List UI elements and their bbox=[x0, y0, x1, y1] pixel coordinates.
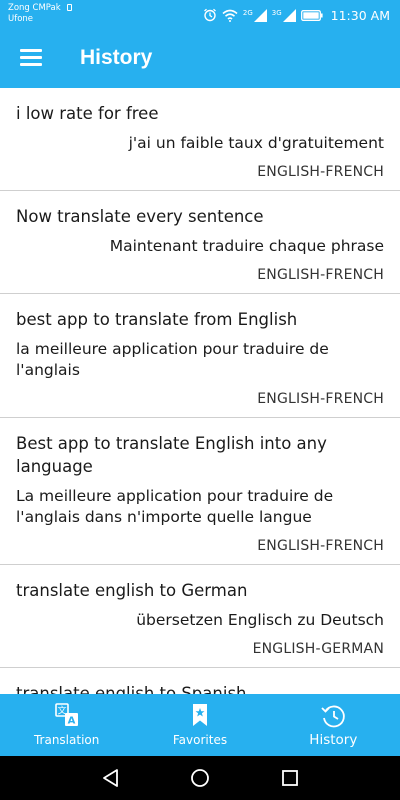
history-item[interactable]: best app to translate from English la me… bbox=[0, 294, 400, 418]
back-icon[interactable] bbox=[101, 768, 121, 788]
carrier-name-2: Ufone bbox=[8, 14, 34, 24]
app-bar: History bbox=[0, 30, 400, 88]
history-item[interactable]: i low rate for free j'ai un faible taux … bbox=[0, 88, 400, 191]
source-text: Best app to translate English into any l… bbox=[16, 434, 327, 476]
history-icon bbox=[321, 705, 346, 728]
status-icons: 2G 3G 11:30 AM bbox=[203, 6, 390, 24]
source-text: best app to translate from English bbox=[16, 310, 298, 329]
menu-icon bbox=[20, 49, 42, 52]
language-pair: ENGLISH-GERMAN bbox=[252, 641, 384, 657]
tab-label-favorites: Favorites bbox=[172, 733, 228, 747]
language-pair: ENGLISH-FRENCH bbox=[257, 391, 384, 407]
history-item[interactable]: Best app to translate English into any l… bbox=[0, 418, 400, 565]
home-icon[interactable] bbox=[190, 768, 210, 788]
translate-icon: 文 A bbox=[54, 703, 78, 727]
history-item[interactable]: translate english to Spanish bbox=[0, 668, 400, 694]
carrier-info: Zong CMPak Ufone bbox=[8, 3, 72, 25]
tab-label-translation: Translation bbox=[33, 733, 100, 747]
menu-icon-bar bbox=[20, 56, 42, 59]
alarm-icon bbox=[203, 8, 216, 22]
bookmark-icon bbox=[192, 704, 207, 726]
status-time: 11:30 AM bbox=[330, 7, 390, 23]
svg-text:A: A bbox=[67, 716, 75, 727]
tab-history[interactable]: History bbox=[267, 694, 400, 756]
language-pair: ENGLISH-FRENCH bbox=[257, 267, 384, 283]
system-navigation-bar bbox=[0, 756, 400, 800]
tab-favorites[interactable]: Favorites bbox=[133, 694, 266, 756]
signal-icon bbox=[253, 8, 267, 22]
source-text: translate english to Spanish bbox=[16, 684, 247, 694]
language-pair: ENGLISH-FRENCH bbox=[257, 164, 384, 180]
source-text: translate english to German bbox=[16, 581, 248, 600]
sim-icon bbox=[66, 4, 72, 11]
tab-label-history: History bbox=[309, 732, 358, 748]
source-text: Now translate every sentence bbox=[16, 207, 264, 226]
language-pair: ENGLISH-FRENCH bbox=[257, 538, 384, 554]
page-title: History bbox=[80, 46, 153, 69]
history-item[interactable]: translate english to German übersetzen E… bbox=[0, 565, 400, 668]
translated-text: la meilleure application pour traduire d… bbox=[16, 340, 329, 379]
network-type-1: 2G bbox=[242, 8, 253, 17]
network-type-2: 3G bbox=[271, 8, 282, 17]
translated-text: Maintenant traduire chaque phrase bbox=[109, 237, 384, 255]
source-text: i low rate for free bbox=[16, 104, 159, 123]
translated-text: j'ai un faible taux d'gratuitement bbox=[128, 134, 384, 152]
recents-icon[interactable] bbox=[280, 768, 300, 788]
menu-button[interactable] bbox=[20, 49, 42, 69]
wifi-icon bbox=[222, 9, 238, 22]
battery-icon bbox=[300, 9, 323, 21]
status-bar: Zong CMPak Ufone 2G 3G 11:30 AM bbox=[0, 0, 400, 30]
carrier-name-1: Zong CMPak bbox=[8, 3, 61, 13]
translated-text: übersetzen Englisch zu Deutsch bbox=[136, 611, 384, 629]
history-item[interactable]: Now translate every sentence Maintenant … bbox=[0, 191, 400, 294]
signal-icon bbox=[282, 8, 296, 22]
bottom-navigation: 文 A Translation Favorites History bbox=[0, 694, 400, 756]
menu-icon-bar bbox=[20, 63, 42, 66]
tab-translation[interactable]: 文 A Translation bbox=[0, 694, 133, 756]
translated-text: La meilleure application pour traduire d… bbox=[16, 487, 334, 526]
history-list[interactable]: i low rate for free j'ai un faible taux … bbox=[0, 88, 400, 694]
